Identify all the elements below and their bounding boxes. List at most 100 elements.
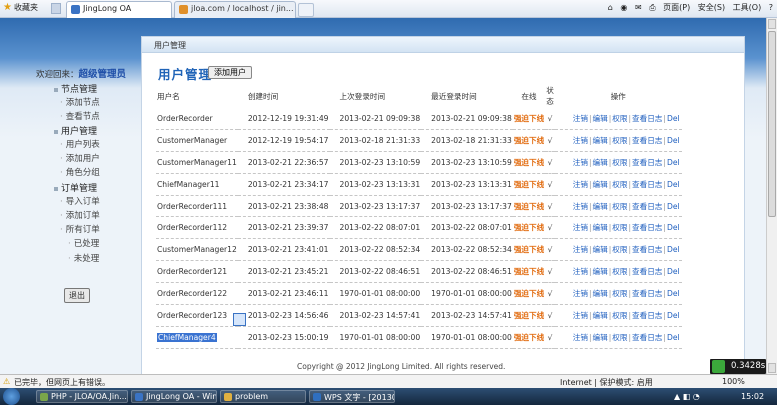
force-offline-link[interactable]: 强迫下线	[512, 260, 546, 284]
nav-user-list[interactable]: 用户列表	[60, 138, 100, 150]
nav-import-orders[interactable]: 导入订单	[60, 195, 100, 207]
delete-link[interactable]: Del	[667, 245, 680, 254]
mail-icon[interactable]: ✉	[635, 3, 642, 12]
view-log-link[interactable]: 查看日志	[632, 245, 662, 254]
logout-link[interactable]: 注销	[573, 245, 588, 254]
menu-tools[interactable]: 工具(O)	[733, 3, 762, 12]
force-offline-link[interactable]: 强迫下线	[512, 195, 546, 218]
nav-all-orders[interactable]: 所有订单	[60, 223, 100, 235]
edit-link[interactable]: 编辑	[593, 311, 608, 320]
edit-link[interactable]: 编辑	[593, 158, 608, 167]
force-offline-link[interactable]: 强迫下线	[512, 282, 546, 306]
logout-link[interactable]: 注销	[573, 223, 588, 232]
delete-link[interactable]: Del	[667, 158, 680, 167]
taskbar-item-php[interactable]: PHP - JLOA/OA.Jin...	[36, 390, 128, 403]
permissions-link[interactable]: 权限	[612, 136, 627, 145]
delete-link[interactable]: Del	[667, 180, 680, 189]
feeds-icon[interactable]: ◉	[620, 3, 627, 12]
view-log-link[interactable]: 查看日志	[632, 158, 662, 167]
force-offline-link[interactable]: 强迫下线	[512, 108, 546, 130]
nav-node-management[interactable]: 节点管理	[54, 82, 97, 95]
favorites-button[interactable]: ★ 收藏夹	[3, 2, 38, 13]
nav-add-node[interactable]: 添加节点	[60, 96, 100, 108]
edit-link[interactable]: 编辑	[593, 223, 608, 232]
logout-link[interactable]: 注销	[573, 114, 588, 123]
taskbar-item-folder[interactable]: problem	[220, 390, 306, 403]
nav-view-nodes[interactable]: 查看节点	[60, 110, 100, 122]
add-user-button[interactable]: 添加用户	[208, 66, 252, 79]
view-log-link[interactable]: 查看日志	[632, 333, 662, 342]
taskbar-item-browser[interactable]: JingLong OA - Win...	[131, 390, 217, 403]
logout-link[interactable]: 注销	[573, 311, 588, 320]
force-offline-link[interactable]: 强迫下线	[512, 173, 546, 196]
edit-link[interactable]: 编辑	[593, 114, 608, 123]
permissions-link[interactable]: 权限	[612, 267, 627, 276]
edit-link[interactable]: 编辑	[593, 289, 608, 298]
force-offline-link[interactable]: 强迫下线	[512, 129, 546, 152]
logout-link[interactable]: 注销	[573, 158, 588, 167]
start-button[interactable]	[3, 388, 20, 405]
edit-link[interactable]: 编辑	[593, 180, 608, 189]
delete-link[interactable]: Del	[667, 114, 680, 123]
tab-jloa-localhost[interactable]: jloa.com / localhost / jin...	[174, 1, 296, 18]
scroll-thumb[interactable]	[768, 31, 776, 217]
permissions-link[interactable]: 权限	[612, 223, 627, 232]
edit-link[interactable]: 编辑	[593, 267, 608, 276]
menu-safety[interactable]: 安全(S)	[698, 3, 725, 12]
permissions-link[interactable]: 权限	[612, 311, 627, 320]
nav-add-user[interactable]: 添加用户	[60, 152, 100, 164]
menu-page[interactable]: 页面(P)	[663, 3, 690, 12]
delete-link[interactable]: Del	[667, 333, 680, 342]
delete-link[interactable]: Del	[667, 136, 680, 145]
logout-link[interactable]: 注销	[573, 333, 588, 342]
delete-link[interactable]: Del	[667, 311, 680, 320]
permissions-link[interactable]: 权限	[612, 245, 627, 254]
delete-link[interactable]: Del	[667, 202, 680, 211]
permissions-link[interactable]: 权限	[612, 202, 627, 211]
force-offline-link[interactable]: 强迫下线	[512, 304, 546, 327]
edit-link[interactable]: 编辑	[593, 202, 608, 211]
view-log-link[interactable]: 查看日志	[632, 114, 662, 123]
vertical-scrollbar[interactable]	[766, 18, 777, 374]
view-log-link[interactable]: 查看日志	[632, 311, 662, 320]
edit-link[interactable]: 编辑	[593, 245, 608, 254]
home-icon[interactable]: ⌂	[608, 3, 613, 12]
scroll-up-icon[interactable]	[768, 19, 776, 29]
scroll-down-icon[interactable]	[768, 363, 776, 373]
nav-add-order[interactable]: 添加订单	[60, 209, 100, 221]
view-log-link[interactable]: 查看日志	[632, 289, 662, 298]
logout-link[interactable]: 注销	[573, 267, 588, 276]
edit-link[interactable]: 编辑	[593, 333, 608, 342]
edit-link[interactable]: 编辑	[593, 136, 608, 145]
logout-button[interactable]: 退出	[64, 288, 90, 303]
permissions-link[interactable]: 权限	[612, 333, 627, 342]
tab-jinglong-oa[interactable]: JingLong OA	[66, 1, 172, 18]
menu-help[interactable]: ?	[769, 3, 773, 12]
system-tray-icons[interactable]: ▲ ◧ ◔	[674, 392, 700, 401]
permissions-link[interactable]: 权限	[612, 289, 627, 298]
force-offline-link[interactable]: 强迫下线	[512, 216, 546, 240]
warning-icon[interactable]: ⚠	[3, 377, 10, 386]
view-log-link[interactable]: 查看日志	[632, 202, 662, 211]
logout-link[interactable]: 注销	[573, 180, 588, 189]
force-offline-link[interactable]: 强迫下线	[512, 238, 546, 262]
nav-processed[interactable]: 已处理	[68, 237, 100, 249]
nav-order-management[interactable]: 订单管理	[54, 181, 97, 194]
view-log-link[interactable]: 查看日志	[632, 136, 662, 145]
nav-role-groups[interactable]: 角色分组	[60, 166, 100, 178]
force-offline-link[interactable]: 强迫下线	[512, 151, 546, 174]
new-tab-button[interactable]	[298, 3, 314, 17]
view-log-link[interactable]: 查看日志	[632, 223, 662, 232]
delete-link[interactable]: Del	[667, 267, 680, 276]
view-log-link[interactable]: 查看日志	[632, 267, 662, 276]
taskbar-item-wps[interactable]: WPS 文字 - [20130...	[309, 390, 395, 403]
nav-user-management[interactable]: 用户管理	[54, 124, 97, 137]
security-zone[interactable]: Internet | 保护模式: 启用	[560, 377, 653, 388]
permissions-link[interactable]: 权限	[612, 180, 627, 189]
zoom-level[interactable]: 100%	[722, 377, 745, 386]
logout-link[interactable]: 注销	[573, 202, 588, 211]
delete-link[interactable]: Del	[667, 223, 680, 232]
view-log-link[interactable]: 查看日志	[632, 180, 662, 189]
print-icon[interactable]: ⎙	[649, 3, 655, 12]
logout-link[interactable]: 注销	[573, 136, 588, 145]
